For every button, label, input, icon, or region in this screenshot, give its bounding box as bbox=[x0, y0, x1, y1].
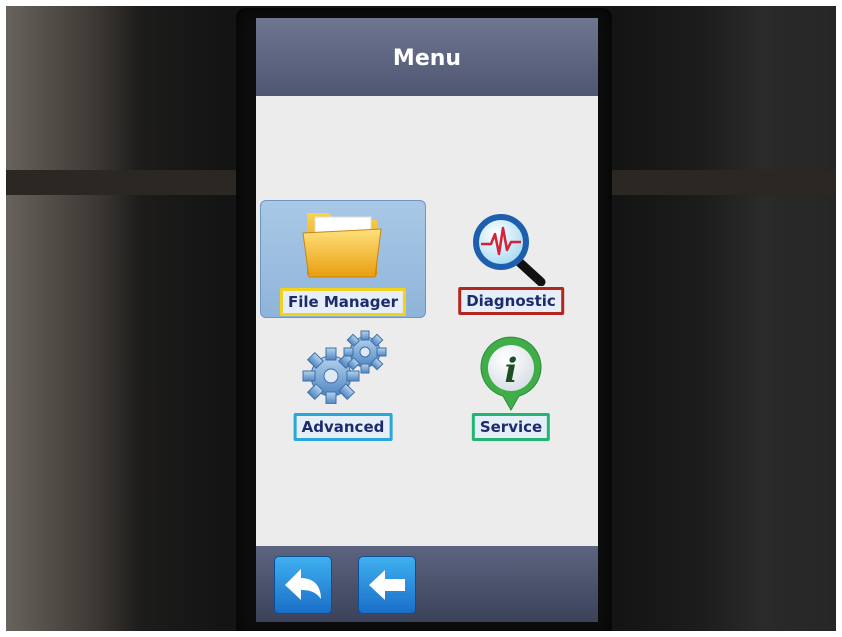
service-button[interactable]: i Service bbox=[428, 328, 594, 446]
nav-bar bbox=[256, 546, 598, 622]
svg-text:i: i bbox=[505, 351, 518, 391]
gears-icon bbox=[302, 330, 387, 404]
file-manager-button[interactable]: File Manager bbox=[260, 200, 426, 318]
magnifier-waveform-icon bbox=[473, 214, 546, 286]
service-label: Service bbox=[471, 413, 551, 441]
page-title: Menu bbox=[392, 46, 462, 71]
advanced-label: Advanced bbox=[293, 413, 393, 441]
menu-grid: File Manager Diagnostic Advanced i Servi… bbox=[256, 96, 598, 546]
device-screen: Menu File Manager Diagnostic Advanced i … bbox=[256, 18, 598, 622]
back-button[interactable] bbox=[358, 556, 416, 614]
info-icon: i bbox=[480, 336, 542, 412]
advanced-button[interactable]: Advanced bbox=[260, 328, 426, 446]
menu-header: Menu bbox=[256, 18, 598, 96]
back-arrow-icon bbox=[369, 570, 405, 600]
file-manager-label: File Manager bbox=[279, 288, 407, 316]
return-arrow-icon bbox=[285, 569, 321, 600]
diagnostic-label: Diagnostic bbox=[458, 287, 564, 315]
diagnostic-button[interactable]: Diagnostic bbox=[428, 200, 594, 318]
return-button[interactable] bbox=[274, 556, 332, 614]
folder-icon bbox=[302, 213, 382, 278]
